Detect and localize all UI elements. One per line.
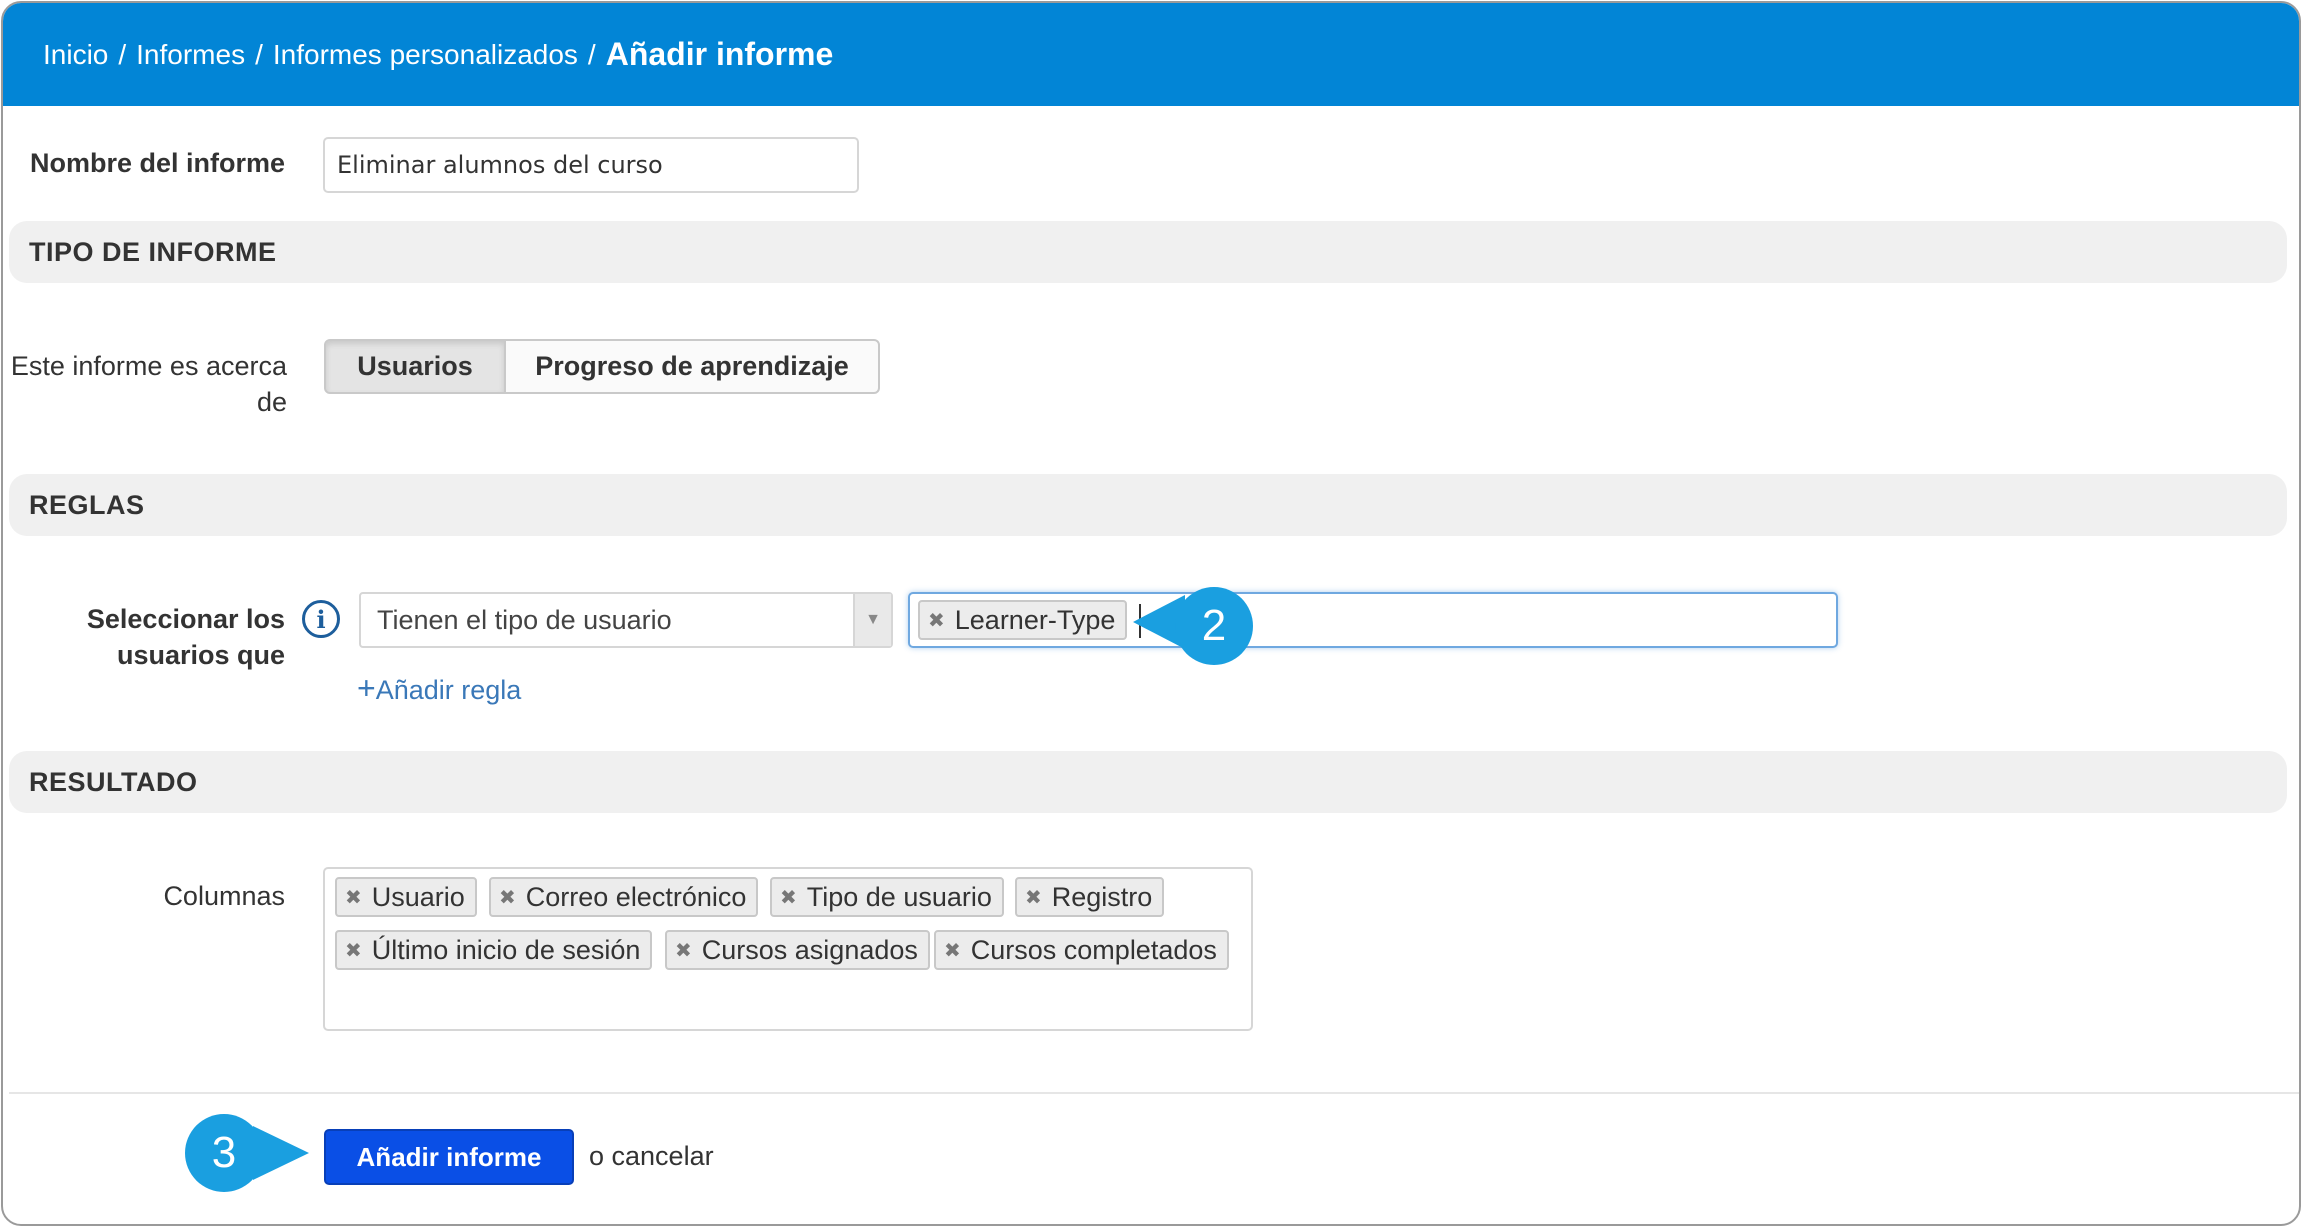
add-report-button[interactable]: Añadir informe xyxy=(324,1129,574,1185)
breadcrumb-separator: / xyxy=(255,38,263,70)
close-icon[interactable]: ✖ xyxy=(345,938,362,963)
rule-condition-value: Tienen el tipo de usuario xyxy=(377,604,672,635)
segment-usuarios[interactable]: Usuarios xyxy=(324,339,506,394)
tag-label: Cursos completados xyxy=(970,934,1217,965)
segment-progreso-aprendizaje[interactable]: Progreso de aprendizaje xyxy=(504,339,880,394)
close-icon[interactable]: ✖ xyxy=(928,608,945,633)
report-about-label-line1: Este informe es acerca xyxy=(10,351,287,381)
cancel-link[interactable]: o cancelar xyxy=(589,1141,714,1172)
breadcrumb-separator: / xyxy=(118,38,127,70)
tag-label: Learner-Type xyxy=(954,604,1116,635)
callout-step-3: 3 xyxy=(185,1114,263,1192)
breadcrumb-separator: / xyxy=(587,38,596,70)
rule-condition-select[interactable]: Tienen el tipo de usuario ▼ xyxy=(359,592,893,648)
callout-pointer xyxy=(253,1126,309,1180)
select-users-label: Seleccionar los usuarios que xyxy=(33,601,285,673)
breadcrumb-informes[interactable]: Informes xyxy=(136,39,245,71)
tag-column-cursos-completados: ✖ Cursos completados xyxy=(934,930,1229,970)
tag-learner-type: ✖ Learner-Type xyxy=(918,600,1128,640)
report-name-label: Nombre del informe xyxy=(29,148,285,178)
page-title: Añadir informe xyxy=(605,36,834,72)
select-users-label-line1: Seleccionar los xyxy=(86,604,285,634)
chevron-down-icon[interactable]: ▼ xyxy=(853,594,891,646)
tag-label: Registro xyxy=(1051,881,1153,912)
close-icon[interactable]: ✖ xyxy=(345,885,362,910)
close-icon[interactable]: ✖ xyxy=(944,938,961,963)
add-rule-link[interactable]: +Añadir regla xyxy=(357,670,521,707)
report-about-label: Este informe es acerca de xyxy=(7,348,287,420)
plus-icon: + xyxy=(357,670,376,706)
breadcrumb-inicio[interactable]: Inicio xyxy=(43,39,108,71)
page-frame: Inicio / Informes / Informes personaliza… xyxy=(1,1,2301,1226)
section-rules: REGLAS xyxy=(9,474,2287,536)
close-icon[interactable]: ✖ xyxy=(780,885,797,910)
tag-column-usuario: ✖ Usuario xyxy=(335,877,477,917)
info-icon[interactable]: i xyxy=(302,600,340,638)
section-result: RESULTADO xyxy=(9,751,2287,813)
close-icon[interactable]: ✖ xyxy=(1025,885,1042,910)
footer-divider xyxy=(9,1092,2299,1094)
tag-label: Usuario xyxy=(371,881,465,912)
breadcrumb-informes-personalizados[interactable]: Informes personalizados xyxy=(273,39,578,71)
section-report-type: TIPO DE INFORME xyxy=(9,221,2287,283)
breadcrumb: Inicio / Informes / Informes personaliza… xyxy=(3,3,2299,106)
add-rule-label: Añadir regla xyxy=(375,675,522,705)
select-users-label-line2: usuarios que xyxy=(116,640,285,670)
report-about-label-line2: de xyxy=(256,387,287,417)
callout-step-2: 2 xyxy=(1175,587,1253,665)
tag-column-registro: ✖ Registro xyxy=(1015,877,1165,917)
tag-label: Último inicio de sesión xyxy=(371,934,641,965)
rule-value-tag-input[interactable]: ✖ Learner-Type xyxy=(908,592,1838,648)
report-name-input[interactable]: Eliminar alumnos del curso xyxy=(323,137,859,193)
columns-tag-input[interactable]: ✖ Usuario ✖ Correo electrónico ✖ Tipo de… xyxy=(323,867,1253,1031)
close-icon[interactable]: ✖ xyxy=(675,938,692,963)
tag-column-ultimo-inicio: ✖ Último inicio de sesión xyxy=(335,930,653,970)
tag-label: Tipo de usuario xyxy=(806,881,992,912)
columns-label: Columnas xyxy=(163,881,285,911)
tag-column-correo: ✖ Correo electrónico xyxy=(489,877,759,917)
tag-label: Cursos asignados xyxy=(701,934,918,965)
tag-column-tipo-usuario: ✖ Tipo de usuario xyxy=(770,877,1004,917)
tag-column-cursos-asignados: ✖ Cursos asignados xyxy=(665,930,930,970)
close-icon[interactable]: ✖ xyxy=(499,885,516,910)
tag-label: Correo electrónico xyxy=(525,881,747,912)
